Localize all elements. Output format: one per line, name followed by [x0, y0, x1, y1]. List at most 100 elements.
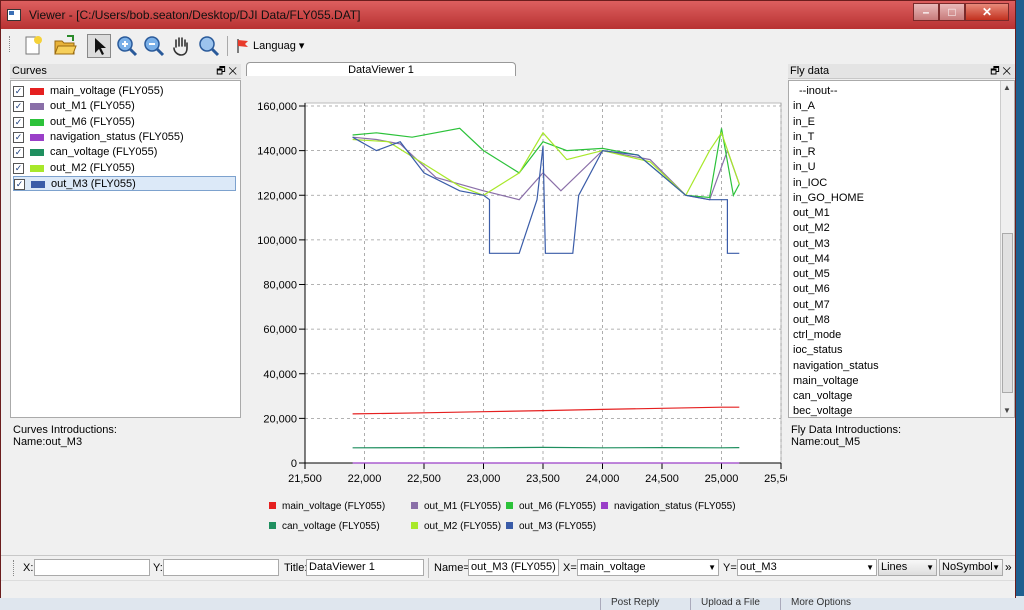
- legend-label: out_M3 (FLY055): [519, 521, 596, 532]
- more-button[interactable]: »: [1005, 560, 1012, 574]
- x-tick-label: 25,500: [764, 473, 787, 485]
- scroll-down-icon[interactable]: ▼: [1003, 406, 1011, 415]
- legend-label: main_voltage (FLY055): [282, 501, 385, 512]
- fly-data-item[interactable]: in_IOC: [793, 176, 827, 191]
- fly-data-item[interactable]: navigation_status: [793, 359, 879, 374]
- fly-data-item[interactable]: ioc_status: [793, 343, 843, 358]
- x-tick-label: 24,000: [586, 473, 620, 485]
- open-folder-icon[interactable]: [53, 34, 77, 58]
- chart-svg[interactable]: 0 20,000 40,000 60,000 80,000 100,000 120,000 1…: [241, 76, 798, 552]
- curve-item[interactable]: ✓ out_M3 (FLY055): [13, 175, 236, 191]
- zoom-reset-icon[interactable]: [197, 34, 221, 58]
- curve-color-swatch: [30, 103, 44, 111]
- x-tick-label: 25,000: [705, 473, 739, 485]
- pan-hand-icon[interactable]: [169, 34, 193, 58]
- window-controls: – □ ✕: [913, 3, 1009, 21]
- fly-data-item[interactable]: out_M3: [793, 237, 830, 252]
- curve-checkbox[interactable]: ✓: [13, 131, 24, 143]
- curve-checkbox[interactable]: ✓: [13, 116, 24, 128]
- fly-data-item[interactable]: ctrl_mode: [793, 328, 841, 343]
- curve-label: out_M6 (FLY055): [50, 115, 135, 128]
- scroll-up-icon[interactable]: ▲: [1003, 83, 1011, 92]
- fly-data-item[interactable]: out_M5: [793, 267, 830, 282]
- language-menu[interactable]: Languag ▾: [253, 39, 304, 52]
- fly-data-item[interactable]: out_M4: [793, 252, 830, 267]
- chevron-down-icon: ▼: [926, 563, 934, 572]
- y-select-label: Y=: [723, 562, 737, 574]
- more-options-button[interactable]: More Options: [780, 596, 861, 610]
- line-style-select[interactable]: Lines ▼: [878, 559, 937, 576]
- minimize-button[interactable]: –: [913, 3, 939, 21]
- fly-dock-title: Fly data 🗗 ✕: [788, 64, 1015, 79]
- curves-panel-title: Curves: [12, 65, 47, 77]
- fly-data-item[interactable]: can_voltage: [793, 389, 852, 404]
- y-tick-label: 120,000: [257, 190, 297, 202]
- zoom-out-icon[interactable]: [142, 34, 166, 58]
- symbol-select[interactable]: NoSymbol ▼: [939, 559, 1003, 576]
- fly-intro-panel: Fly Data Introductions: Name:out_M5: [788, 419, 1015, 552]
- fly-data-item[interactable]: out_M8: [793, 313, 830, 328]
- fly-data-item[interactable]: main_voltage: [793, 374, 858, 389]
- x-select[interactable]: main_voltage ▼: [577, 559, 719, 576]
- y-tick-label: 160,000: [257, 101, 297, 113]
- curves-list: ✓ main_voltage (FLY055) ✓ out_M1 (FLY055) ✓ o…: [10, 80, 241, 418]
- maximize-button[interactable]: □: [939, 3, 965, 21]
- fly-data-item[interactable]: in_A: [793, 99, 815, 114]
- flag-icon[interactable]: [236, 38, 250, 54]
- close-button[interactable]: ✕: [965, 3, 1009, 21]
- post-reply-button[interactable]: Post Reply: [600, 596, 669, 610]
- pointer-icon[interactable]: [87, 34, 111, 58]
- y-field[interactable]: [163, 559, 279, 576]
- curve-label: main_voltage (FLY055): [50, 85, 164, 97]
- y-tick-label: 40,000: [263, 369, 297, 381]
- curve-color-swatch: [30, 118, 44, 126]
- fly-data-item[interactable]: out_M7: [793, 298, 830, 313]
- fly-data-item[interactable]: --inout--: [799, 84, 838, 99]
- curve-checkbox[interactable]: ✓: [14, 178, 25, 190]
- title-label: Title:: [284, 562, 308, 574]
- fly-data-item[interactable]: in_E: [793, 115, 815, 130]
- title-field[interactable]: DataViewer 1: [306, 559, 424, 576]
- curve-label: can_voltage (FLY055): [50, 146, 158, 159]
- x-field[interactable]: [34, 559, 150, 576]
- curve-checkbox[interactable]: ✓: [13, 101, 24, 113]
- fly-panel-title: Fly data: [790, 65, 830, 77]
- fly-data-item[interactable]: in_GO_HOME: [793, 191, 864, 206]
- curve-label: navigation_status (FLY055): [50, 130, 184, 143]
- fly-data-item[interactable]: out_M1: [793, 206, 830, 221]
- status-bar: [1, 580, 1015, 598]
- name-field[interactable]: out_M3 (FLY055): [468, 559, 559, 576]
- curve-checkbox[interactable]: ✓: [13, 86, 24, 97]
- fly-data-item[interactable]: out_M6: [793, 282, 830, 297]
- toolbar: Languag ▾: [9, 32, 1009, 60]
- curve-color-swatch: [30, 133, 44, 141]
- curve-label: out_M1 (FLY055): [50, 100, 135, 113]
- bottom-toolbar: X: Y: Title: DataViewer 1 Name= out_M3 (…: [1, 555, 1015, 580]
- fly-data-item[interactable]: out_M2: [793, 221, 830, 236]
- new-file-icon[interactable]: [21, 34, 45, 58]
- toolbar-grip[interactable]: [9, 36, 13, 52]
- y-tick-label: 0: [291, 458, 297, 470]
- x-tick-label: 22,500: [407, 473, 441, 485]
- scroll-thumb[interactable]: [1002, 233, 1013, 393]
- dock-controls[interactable]: 🗗 ✕: [990, 64, 1011, 79]
- fly-intro-title: Fly Data Introductions:: [791, 424, 902, 436]
- fly-data-item[interactable]: in_T: [793, 130, 814, 145]
- upload-file-button[interactable]: Upload a File: [690, 596, 770, 610]
- curve-checkbox[interactable]: ✓: [13, 162, 24, 174]
- x-tick-label: 23,500: [526, 473, 560, 485]
- dock-controls[interactable]: 🗗 ✕: [216, 64, 237, 79]
- legend-label: out_M2 (FLY055): [424, 521, 501, 532]
- y-tick-label: 100,000: [257, 235, 297, 247]
- y-select[interactable]: out_M3 ▼: [737, 559, 877, 576]
- curve-checkbox[interactable]: ✓: [13, 147, 24, 159]
- fly-data-item[interactable]: in_R: [793, 145, 816, 160]
- fly-scrollbar[interactable]: ▲ ▼: [1000, 81, 1014, 417]
- legend-label: out_M1 (FLY055): [424, 501, 501, 512]
- fly-data-item[interactable]: in_U: [793, 160, 816, 175]
- toolbar-grip[interactable]: [13, 560, 17, 576]
- language-label: Languag: [253, 40, 296, 52]
- plot-area[interactable]: 0 20,000 40,000 60,000 80,000 100,000 120,000 1…: [241, 76, 798, 552]
- zoom-in-icon[interactable]: [115, 34, 139, 58]
- fly-data-item[interactable]: bec_voltage: [793, 404, 852, 417]
